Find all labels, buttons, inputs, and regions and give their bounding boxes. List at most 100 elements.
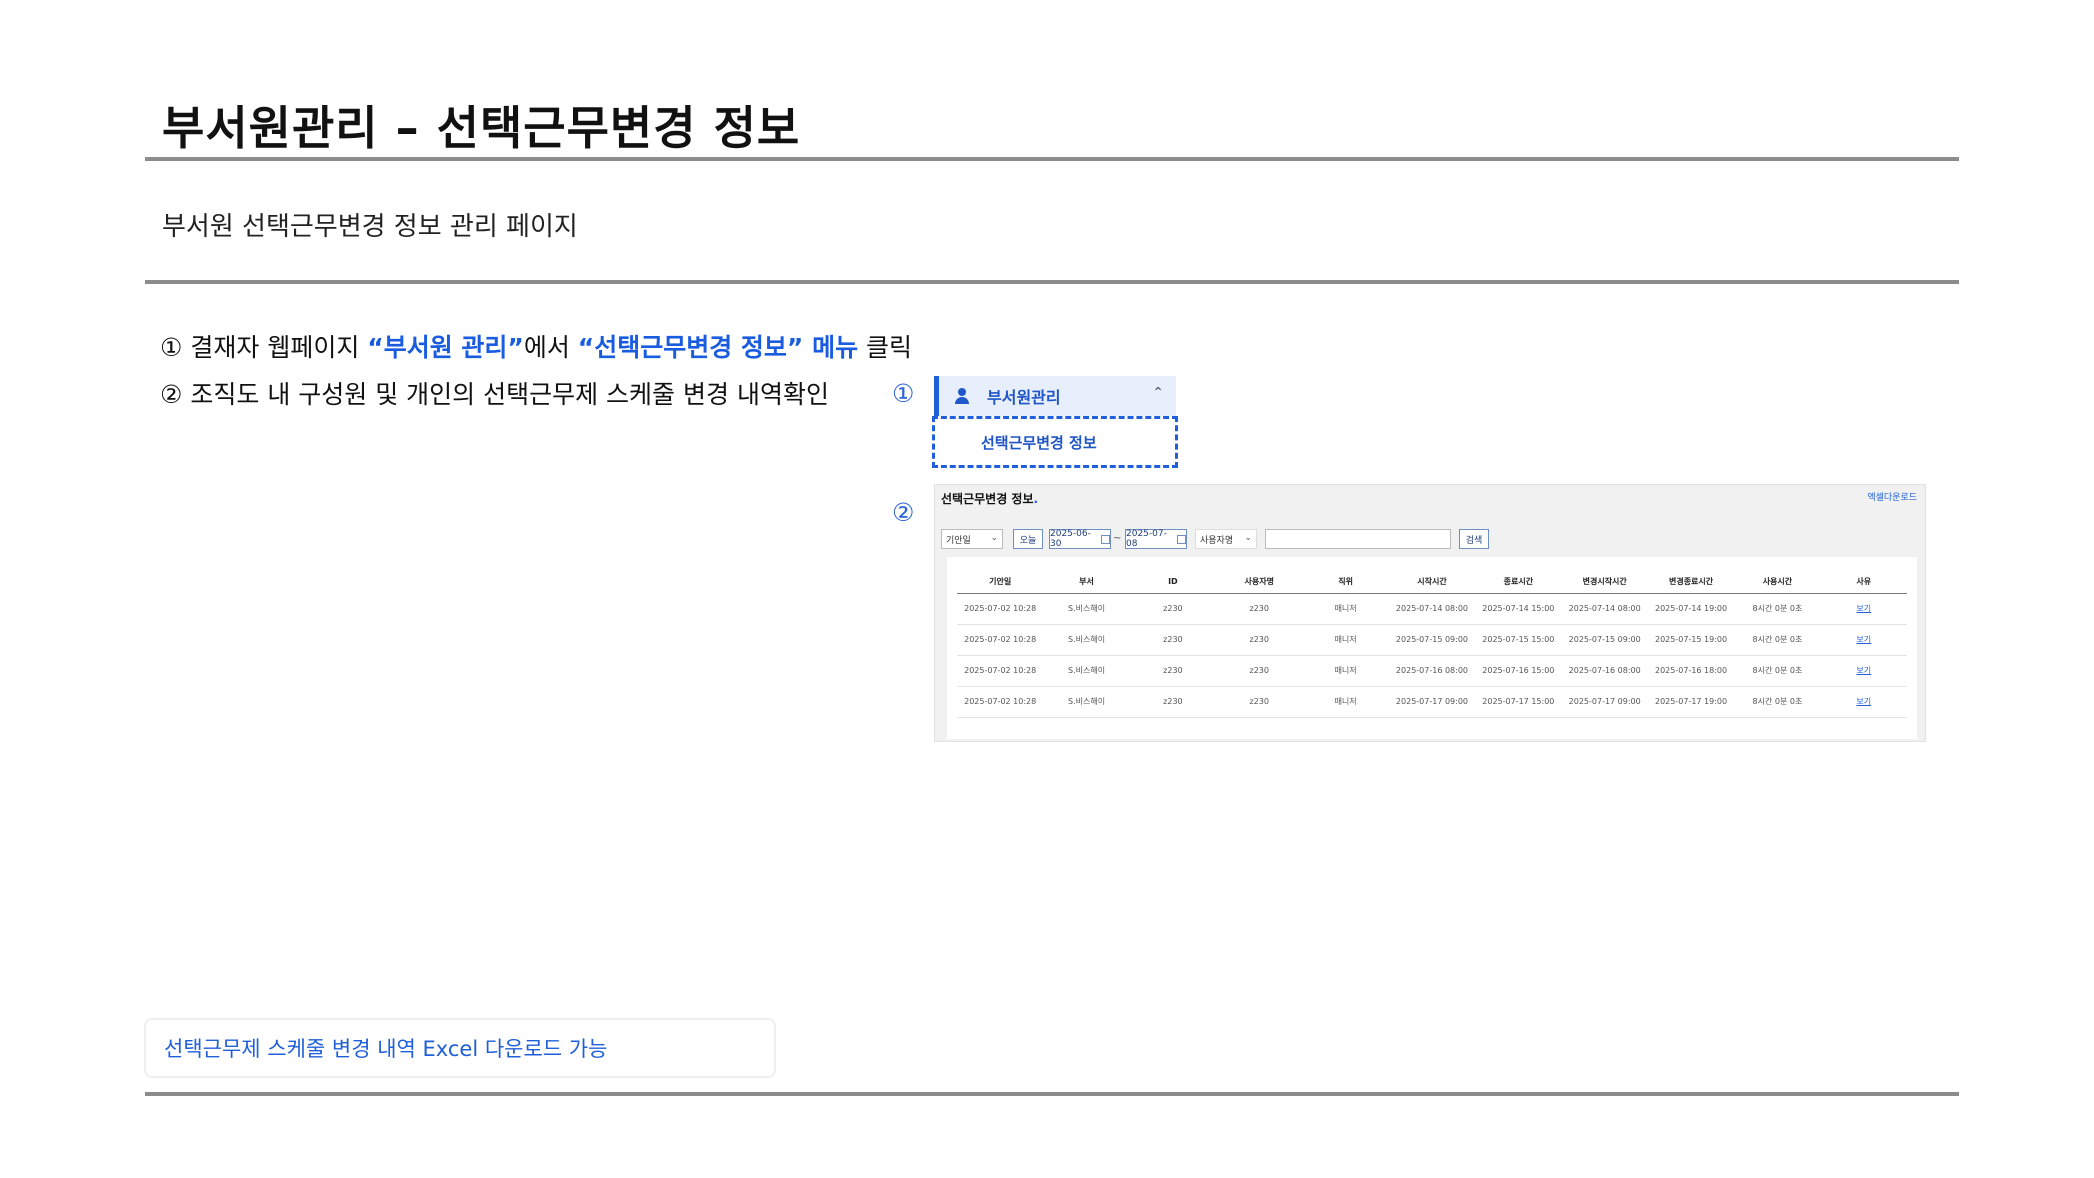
table-cell: 2025-07-14 08:00 xyxy=(1388,593,1476,625)
calendar-icon[interactable] xyxy=(1177,534,1186,544)
table-cell: 2025-07-14 15:00 xyxy=(1475,593,1562,625)
sidebar-item-department-management[interactable]: 부서원관리 ⌃ xyxy=(934,376,1176,416)
column-header[interactable]: ID xyxy=(1129,571,1217,594)
search-button[interactable]: 검색 xyxy=(1459,529,1489,549)
footer-divider xyxy=(145,1092,1959,1096)
table-cell: 매니저 xyxy=(1302,624,1389,656)
table-row[interactable]: 2025-07-02 10:28 S.비스해이 z230 z230 매니저 20… xyxy=(957,624,1907,656)
table-cell: 2025-07-17 15:00 xyxy=(1475,686,1562,718)
table-cell: 2025-07-15 09:00 xyxy=(1561,624,1648,656)
sidebar-item-label: 부서원관리 xyxy=(987,388,1061,407)
marker-2: ② xyxy=(892,498,915,527)
table-header-row: 기안일 부서 ID 사용자명 직위 시작시간 종료시간 변경시작시간 변경종료시… xyxy=(957,571,1907,594)
table-cell: S.비스해이 xyxy=(1043,655,1130,687)
table-cell: 2025-07-17 19:00 xyxy=(1647,686,1735,718)
table-cell: 2025-07-16 08:00 xyxy=(1388,655,1476,687)
table-cell: 2025-07-17 09:00 xyxy=(1561,686,1648,718)
table-cell: 8시간 0분 0초 xyxy=(1734,686,1821,718)
start-date-input[interactable]: 2025-06-30 xyxy=(1049,529,1111,549)
table-cell: 2025-07-16 15:00 xyxy=(1475,655,1562,687)
chevron-down-icon: ⌄ xyxy=(990,533,998,543)
search-field-select[interactable]: 사용자명 ⌄ xyxy=(1195,529,1257,549)
end-date-value: 2025-07-08 xyxy=(1126,529,1167,549)
period-type-select[interactable]: 기안일 ⌄ xyxy=(941,529,1003,549)
column-header[interactable]: 종료시간 xyxy=(1475,571,1562,594)
search-input[interactable] xyxy=(1265,529,1451,549)
table-cell: 2025-07-14 08:00 xyxy=(1561,593,1648,625)
table-cell: 2025-07-02 10:28 xyxy=(957,593,1044,625)
title-dot: . xyxy=(1033,492,1039,506)
table-cell: 8시간 0분 0초 xyxy=(1734,593,1821,625)
subtitle-divider xyxy=(145,280,1959,284)
page-screenshot: 선택근무변경 정보. 엑셀다운로드 기안일 ⌄ 오늘 2025-06-30 ~ 2… xyxy=(934,484,1926,742)
table-cell: 2025-07-15 19:00 xyxy=(1647,624,1735,656)
table-cell: 2025-07-14 19:00 xyxy=(1647,593,1735,625)
results-table-panel: 기안일 부서 ID 사용자명 직위 시작시간 종료시간 변경시작시간 변경종료시… xyxy=(947,557,1917,739)
excel-download-note: 선택근무제 스케줄 변경 내역 Excel 다운로드 가능 xyxy=(144,1018,776,1078)
table-row[interactable]: 2025-07-02 10:28 S.비스해이 z230 z230 매니저 20… xyxy=(957,655,1907,687)
table-cell: z230 xyxy=(1216,593,1303,625)
search-field-value: 사용자명 xyxy=(1200,535,1234,546)
table-row[interactable]: 2025-07-02 10:28 S.비스해이 z230 z230 매니저 20… xyxy=(957,686,1907,718)
page-title: 부서원관리 – 선택근무변경 정보 xyxy=(162,101,801,155)
column-header[interactable]: 기안일 xyxy=(957,571,1044,594)
table-cell: z230 xyxy=(1129,593,1217,625)
column-header[interactable]: 변경종료시간 xyxy=(1647,571,1735,594)
table-cell: 매니저 xyxy=(1302,593,1389,625)
table-cell: 2025-07-17 09:00 xyxy=(1388,686,1476,718)
step-1-highlight-menu: “부서원 관리” xyxy=(367,333,524,362)
column-header[interactable]: 시작시간 xyxy=(1388,571,1476,594)
column-header[interactable]: 부서 xyxy=(1043,571,1130,594)
column-header[interactable]: 사유 xyxy=(1820,571,1907,594)
table-cell: 2025-07-02 10:28 xyxy=(957,655,1044,687)
table-cell: 매니저 xyxy=(1302,686,1389,718)
view-link[interactable]: 보기 xyxy=(1820,624,1907,656)
column-header[interactable]: 직위 xyxy=(1302,571,1389,594)
step-1-pre: 결재자 웹페이지 xyxy=(182,333,368,362)
table-cell: 8시간 0분 0초 xyxy=(1734,655,1821,687)
results-table: 기안일 부서 ID 사용자명 직위 시작시간 종료시간 변경시작시간 변경종료시… xyxy=(957,571,1907,718)
table-cell: z230 xyxy=(1216,624,1303,656)
chevron-down-icon: ⌄ xyxy=(1244,533,1252,543)
calendar-icon[interactable] xyxy=(1101,534,1110,544)
table-cell: S.비스해이 xyxy=(1043,686,1130,718)
table-cell: z230 xyxy=(1129,624,1217,656)
view-link[interactable]: 보기 xyxy=(1820,593,1907,625)
step-2-text: 조직도 내 구성원 및 개인의 선택근무제 스케줄 변경 내역확인 xyxy=(182,380,829,409)
column-header[interactable]: 사용자명 xyxy=(1216,571,1303,594)
table-cell: S.비스해이 xyxy=(1043,593,1130,625)
step-1: ① 결재자 웹페이지 “부서원 관리”에서 “선택근무변경 정보” 메뉴 클릭 xyxy=(160,324,912,371)
table-cell: z230 xyxy=(1216,655,1303,687)
table-row[interactable]: 2025-07-02 10:28 S.비스해이 z230 z230 매니저 20… xyxy=(957,593,1907,625)
table-cell: 2025-07-15 15:00 xyxy=(1475,624,1562,656)
screenshot-title-text: 선택근무변경 정보 xyxy=(941,492,1034,506)
table-cell: 매니저 xyxy=(1302,655,1389,687)
table-cell: z230 xyxy=(1216,686,1303,718)
date-range-separator: ~ xyxy=(1113,533,1122,544)
step-2: ② 조직도 내 구성원 및 개인의 선택근무제 스케줄 변경 내역확인 xyxy=(160,371,912,418)
table-cell: S.비스해이 xyxy=(1043,624,1130,656)
marker-1: ① xyxy=(892,379,915,408)
excel-download-button[interactable]: 엑셀다운로드 xyxy=(1867,490,1917,503)
step-1-mid: 에서 xyxy=(523,333,578,362)
column-header[interactable]: 변경시작시간 xyxy=(1561,571,1648,594)
end-date-input[interactable]: 2025-07-08 xyxy=(1125,529,1187,549)
start-date-value: 2025-06-30 xyxy=(1050,529,1091,549)
screenshot-title: 선택근무변경 정보. xyxy=(941,490,1038,507)
view-link[interactable]: 보기 xyxy=(1820,686,1907,718)
column-header[interactable]: 사용시간 xyxy=(1734,571,1821,594)
sidebar-subitem-label: 선택근무변경 정보 xyxy=(981,433,1097,452)
table-cell: 2025-07-02 10:28 xyxy=(957,624,1044,656)
sidebar-subitem-flex-work-change[interactable]: 선택근무변경 정보 xyxy=(932,416,1178,468)
today-button[interactable]: 오늘 xyxy=(1013,529,1043,549)
step-1-highlight-submenu: “선택근무변경 정보” 메뉴 xyxy=(577,333,859,362)
view-link[interactable]: 보기 xyxy=(1820,655,1907,687)
page-subtitle: 부서원 선택근무변경 정보 관리 페이지 xyxy=(162,212,578,242)
table-cell: 2025-07-16 08:00 xyxy=(1561,655,1648,687)
chevron-up-icon[interactable]: ⌃ xyxy=(1152,385,1164,401)
table-cell: z230 xyxy=(1129,686,1217,718)
step-1-number: ① xyxy=(160,333,183,362)
note-text: 선택근무제 스케줄 변경 내역 Excel 다운로드 가능 xyxy=(164,1037,608,1061)
step-2-number: ② xyxy=(160,380,183,409)
instruction-steps: ① 결재자 웹페이지 “부서원 관리”에서 “선택근무변경 정보” 메뉴 클릭 … xyxy=(160,324,912,418)
